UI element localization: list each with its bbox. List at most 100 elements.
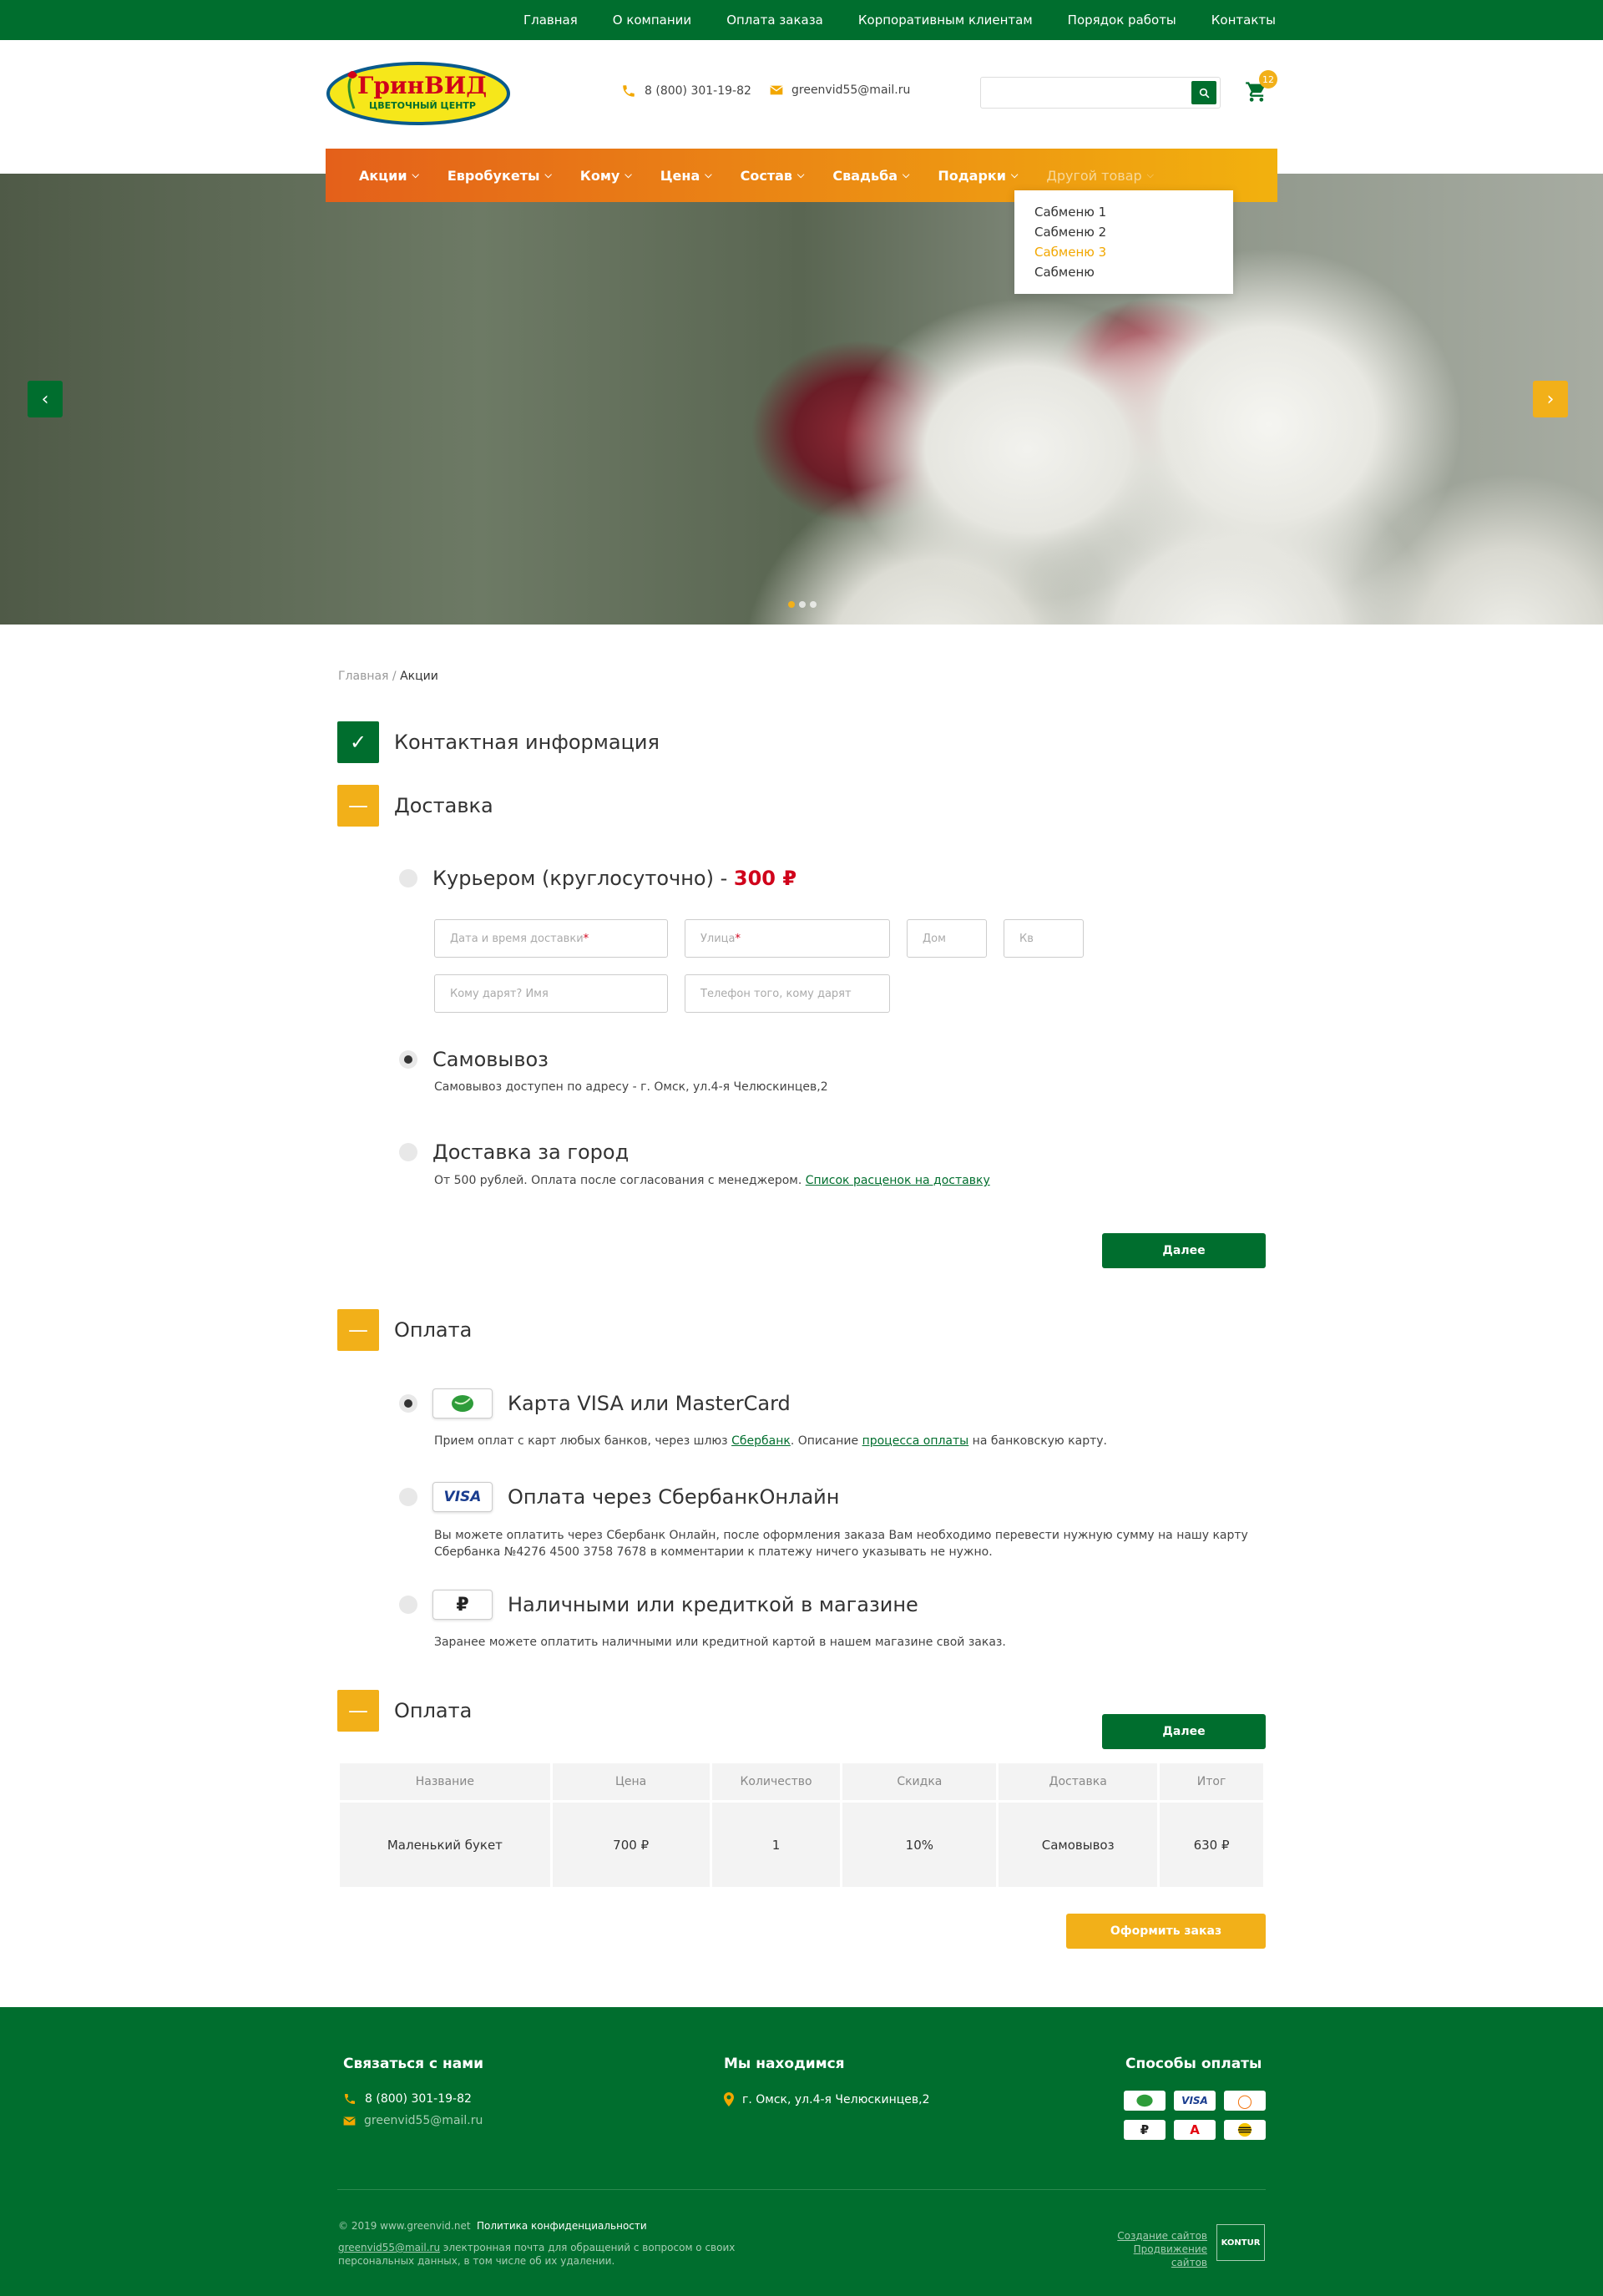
menu-item-eurobouquets[interactable]: Евробукеты ⌵: [448, 168, 552, 184]
top-nav-contacts[interactable]: Контакты: [1211, 13, 1276, 28]
breadcrumb-home[interactable]: Главная: [338, 670, 388, 683]
payment-option-cash[interactable]: ₽ Наличными или кредиткой в магазине: [399, 1590, 918, 1620]
qiwi-icon: ◯: [1224, 2091, 1266, 2111]
footer-phone[interactable]: 8 (800) 301-19-82: [343, 2092, 472, 2106]
field-placeholder: Телефон того, кому дарят: [700, 987, 852, 1000]
location-icon: [724, 2092, 734, 2106]
footer-email-text: greenvid55@mail.ru: [364, 2114, 483, 2127]
privacy-policy-link[interactable]: Политика конфиденциальности: [477, 2219, 647, 2233]
top-nav-home[interactable]: Главная: [523, 13, 578, 28]
visa-icon: VISA: [1174, 2091, 1216, 2111]
delivery-option-pickup[interactable]: Самовывоз: [399, 1048, 549, 1071]
slider-dot[interactable]: [788, 601, 795, 608]
creator-link[interactable]: Создание сайтов: [1117, 2230, 1207, 2242]
delivery-option-courier[interactable]: Курьером (круглосуточно) - 300 ₽: [399, 867, 796, 890]
promotion-link[interactable]: Продвижение сайтов: [1134, 2243, 1207, 2268]
cell-name: Маленький букет: [340, 1800, 550, 1887]
slider-next-button[interactable]: ›: [1533, 381, 1568, 417]
ruble-icon: ₽: [432, 1590, 493, 1620]
footer-address-text: г. Омск, ул.4-я Челюскинцев,2: [742, 2092, 930, 2106]
field-placeholder: Дом: [923, 932, 946, 945]
delivery-next-button[interactable]: Далее: [1102, 1233, 1266, 1268]
breadcrumb: Главная / Акции: [338, 670, 438, 683]
slider-prev-button[interactable]: ‹: [28, 381, 63, 417]
menu-item-gifts[interactable]: Подарки ⌵: [938, 168, 1018, 184]
payment-option-sberonline[interactable]: VISA Оплата через СбербанкОнлайн: [399, 1482, 839, 1512]
apartment-field[interactable]: Кв: [1004, 919, 1084, 958]
step-order[interactable]: — Оплата: [337, 1690, 472, 1732]
recipient-phone-field[interactable]: Телефон того, кому дарят: [685, 974, 890, 1013]
header-email[interactable]: greenvid55@mail.ru: [770, 83, 910, 97]
house-field[interactable]: Дом: [907, 919, 987, 958]
step-delivery[interactable]: — Доставка: [337, 785, 493, 827]
footer-creator: Создание сайтов Продвижение сайтов: [1102, 2229, 1207, 2269]
logo[interactable]: ГринВИД ЦВЕТОЧНЫЙ ЦЕНТР: [326, 60, 511, 127]
payment-option-card[interactable]: Карта VISA или MasterCard: [399, 1388, 791, 1419]
radio-sberonline[interactable]: [399, 1488, 417, 1506]
recipient-name-field[interactable]: Кому дарят? Имя: [434, 974, 668, 1013]
sberbank-icon: [1124, 2091, 1166, 2111]
cart-count-badge: 12: [1259, 70, 1277, 89]
cell-price: 700 ₽: [552, 1800, 710, 1887]
header-phone[interactable]: 8 (800) 301-19-82: [621, 83, 751, 99]
top-nav-payment[interactable]: Оплата заказа: [726, 13, 823, 28]
cart-button[interactable]: 12: [1244, 70, 1277, 107]
footer-note-email[interactable]: greenvid55@mail.ru: [338, 2242, 440, 2253]
delivery-prices-link[interactable]: Список расценок на доставку: [806, 1174, 990, 1187]
chevron-down-icon: ⌵: [412, 169, 419, 180]
visa-icon: VISA: [432, 1482, 493, 1512]
payment-next-button[interactable]: Далее: [1102, 1714, 1266, 1749]
option-title: Курьером (круглосуточно) - 300 ₽: [432, 867, 796, 890]
delivery-option-out-of-town[interactable]: Доставка за город: [399, 1140, 629, 1164]
step-payment[interactable]: — Оплата: [337, 1309, 472, 1351]
slider-dot[interactable]: [810, 601, 817, 608]
menu-item-other[interactable]: Другой товар ⌵: [1046, 168, 1154, 184]
out-of-town-description: От 500 рублей. Оплата после согласования…: [434, 1172, 990, 1189]
top-nav-corporate[interactable]: Корпоративным клиентам: [858, 13, 1033, 28]
radio-pickup[interactable]: [399, 1050, 417, 1069]
submenu-item[interactable]: Сабменю: [1034, 262, 1213, 282]
footer-copyright: © 2019 www.greenvid.net: [338, 2220, 471, 2232]
option-title: Доставка за город: [432, 1140, 630, 1164]
sberbank-logo: [452, 1395, 473, 1412]
place-order-button[interactable]: Оформить заказ: [1066, 1914, 1266, 1949]
slider-dots: [788, 601, 817, 608]
radio-courier[interactable]: [399, 869, 417, 888]
logo-subtitle: ЦВЕТОЧНЫЙ ЦЕНТР: [369, 100, 476, 111]
radio-out-of-town[interactable]: [399, 1143, 417, 1161]
delivery-datetime-field[interactable]: Дата и время доставки *: [434, 919, 668, 958]
submenu-item-active[interactable]: Сабменю 3: [1034, 242, 1213, 262]
slider-dot[interactable]: [799, 601, 806, 608]
menu-item-promotions[interactable]: Акции ⌵: [359, 168, 419, 184]
submenu-item[interactable]: Сабменю 2: [1034, 222, 1213, 242]
footer-email[interactable]: greenvid55@mail.ru: [343, 2114, 483, 2127]
col-name: Название: [340, 1763, 550, 1800]
menu-item-wedding[interactable]: Свадьба ⌵: [832, 168, 909, 184]
col-qty: Количество: [711, 1763, 841, 1800]
phone-icon: [345, 2094, 355, 2104]
menu-item-composition[interactable]: Состав ⌵: [741, 168, 805, 184]
logo-title: ГринВИД: [357, 72, 487, 99]
payment-process-link[interactable]: процесса оплаты: [862, 1434, 969, 1448]
chevron-down-icon: ⌵: [797, 169, 805, 180]
menu-item-price[interactable]: Цена ⌵: [660, 168, 712, 184]
street-field[interactable]: Улица *: [685, 919, 890, 958]
sberbank-logo: [1136, 2094, 1153, 2107]
search-button[interactable]: [1191, 81, 1216, 104]
top-nav-about[interactable]: О компании: [613, 13, 691, 28]
submenu-item[interactable]: Сабменю 1: [1034, 202, 1213, 222]
radio-cash[interactable]: [399, 1596, 417, 1614]
table-header-row: Название Цена Количество Скидка Доставка…: [340, 1763, 1263, 1800]
menu-item-label: Свадьба: [832, 167, 898, 184]
phone-icon: [623, 85, 635, 97]
step-title: Оплата: [394, 1699, 473, 1722]
search-input[interactable]: [980, 77, 1221, 109]
menu-item-recipient[interactable]: Кому ⌵: [580, 168, 632, 184]
kontur-logo[interactable]: KONTUR: [1216, 2224, 1265, 2261]
option-title: Наличными или кредиткой в магазине: [508, 1593, 918, 1616]
hero-slider[interactable]: [0, 174, 1603, 625]
sberbank-link[interactable]: Сбербанк: [731, 1434, 791, 1448]
radio-card[interactable]: [399, 1394, 417, 1413]
top-nav-workflow[interactable]: Порядок работы: [1068, 13, 1176, 28]
step-contact[interactable]: ✓ Контактная информация: [337, 721, 660, 763]
